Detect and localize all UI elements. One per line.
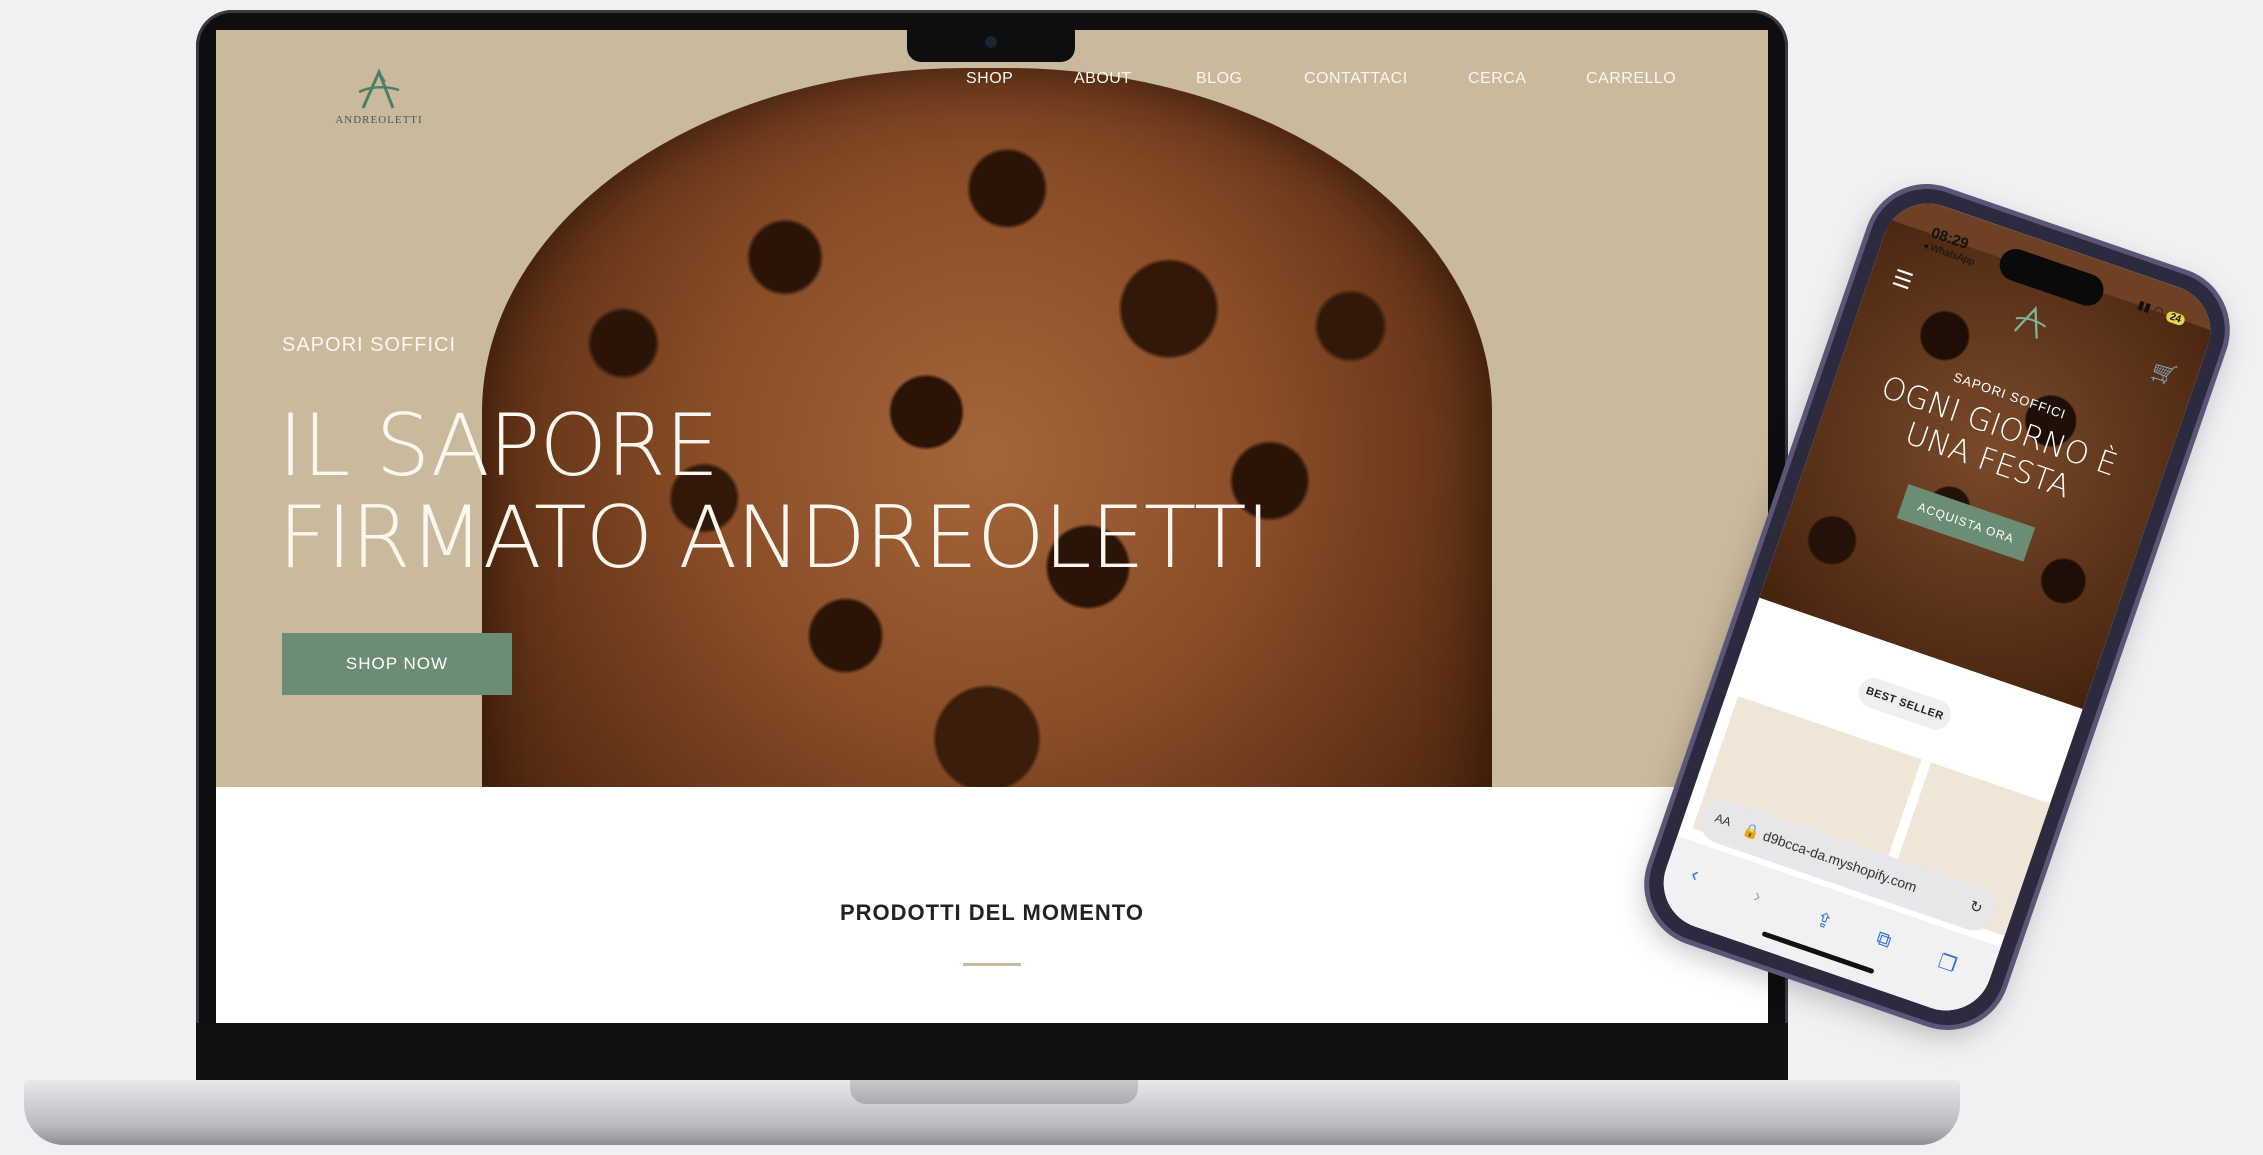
back-icon[interactable]: ‹ [1688,863,1701,887]
laptop-screen: ANDREOLETTI SHOP ABOUT BLOG CONTATTACI C… [216,30,1768,1023]
shop-now-button[interactable]: SHOP NOW [282,633,512,695]
laptop-chin [196,1023,1788,1083]
camera-icon [985,36,997,48]
logo-text: ANDREOLETTI [335,114,423,126]
nav-cerca[interactable]: CERCA [1468,70,1527,88]
section-title: PRODOTTI DEL MOMENTO [840,900,1144,925]
bookmarks-icon[interactable]: ⧉ [1873,927,1895,953]
nav-about[interactable]: ABOUT [1074,70,1132,88]
share-icon[interactable]: ⇪ [1812,906,1836,935]
nav-shop[interactable]: SHOP [966,70,1013,88]
hero-eyebrow: SAPORI SOFFICI [282,334,457,356]
hero-section: ANDREOLETTI SHOP ABOUT BLOG CONTATTACI C… [216,30,1768,787]
hero-title: IL SAPORE FIRMATO ANDREOLETTI [278,396,1271,588]
laptop-base-groove [850,1080,1138,1104]
nav-blog[interactable]: BLOG [1196,70,1242,88]
camera-notch [907,28,1075,62]
tabs-icon[interactable]: ❐ [1935,949,1960,978]
section-divider [963,963,1021,966]
reader-aa-button[interactable]: AA [1713,811,1733,829]
nav-contattaci[interactable]: CONTATTACI [1304,70,1408,88]
lock-icon: 🔒 [1740,820,1763,842]
top-nav: SHOP ABOUT BLOG CONTATTACI CERCA CARRELL… [216,70,1768,100]
best-seller-badge: BEST SELLER [1854,673,1956,734]
forward-icon[interactable]: › [1750,885,1764,909]
reload-icon[interactable]: ↻ [1967,897,1985,917]
nav-carrello[interactable]: CARRELLO [1586,70,1676,88]
